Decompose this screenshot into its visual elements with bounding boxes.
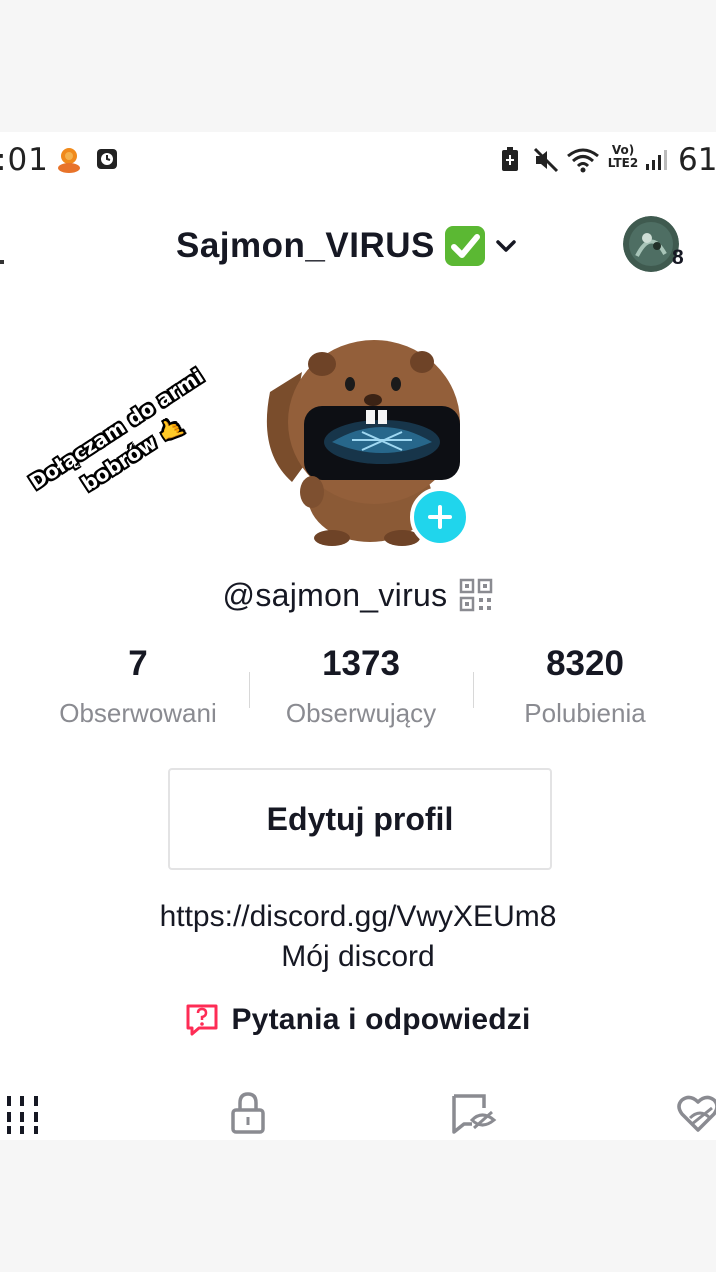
- avatar-badge-count: 8: [672, 246, 684, 269]
- bio-link[interactable]: https://discord.gg/VwyXEUm8: [0, 900, 716, 934]
- top-letterbox: [0, 0, 716, 132]
- battery-saver-icon: [502, 147, 518, 171]
- profile-stats: 7 Obserwowani 1373 Obserwujący 8320 Polu…: [0, 644, 716, 744]
- phone-screen: :01 Vo) LTE2 61 Sajmon_VIRUS 8 Dołączam …: [0, 132, 716, 1140]
- question-bubble-icon: [186, 1004, 218, 1036]
- chevron-down-icon: [496, 240, 516, 252]
- wifi-icon: [567, 148, 599, 173]
- qr-code-icon[interactable]: [459, 578, 493, 612]
- check-mark-button-icon: [444, 226, 485, 266]
- profile-tabs: [0, 1088, 716, 1140]
- stat-followers[interactable]: 1373 Obserwujący: [246, 644, 476, 729]
- mute-icon: [533, 147, 559, 173]
- stat-label: Obserwujący: [285, 698, 437, 728]
- battery-percent: 61: [678, 142, 716, 178]
- hidden-saved-icon[interactable]: [450, 1088, 498, 1136]
- account-switcher[interactable]: Sajmon_VIRUS: [176, 222, 519, 270]
- username-row: @sajmon_virus: [0, 570, 716, 620]
- stat-following[interactable]: 7 Obserwowani: [23, 644, 253, 729]
- header-avatar[interactable]: [623, 216, 679, 272]
- edit-profile-button[interactable]: Edytuj profil: [168, 768, 552, 870]
- qa-button[interactable]: Pytania i odpowiedzi: [0, 998, 716, 1042]
- add-photo-button[interactable]: [410, 487, 470, 547]
- signal-icon: [646, 150, 667, 170]
- qa-label: Pytania i odpowiedzi: [231, 1003, 531, 1036]
- status-bar: :01 Vo) LTE2 61: [0, 140, 716, 180]
- stat-likes[interactable]: 8320 Polubienia: [470, 644, 700, 729]
- profile-header: Sajmon_VIRUS 8: [0, 216, 716, 276]
- status-time: :01: [0, 142, 49, 178]
- alarm-icon: [97, 149, 117, 169]
- bio-text: Mój discord: [281, 940, 435, 973]
- stat-label: Polubienia: [524, 698, 646, 728]
- page-title: Sajmon_VIRUS: [176, 226, 435, 265]
- edit-profile-label: Edytuj profil: [266, 800, 454, 837]
- network-type: Vo) LTE2: [607, 143, 639, 170]
- liked-hidden-icon[interactable]: [676, 1088, 716, 1136]
- bottom-letterbox: [0, 1140, 716, 1272]
- grid-icon[interactable]: [4, 1088, 42, 1136]
- username: @sajmon_virus: [222, 576, 448, 613]
- stat-value: 7: [128, 644, 148, 683]
- notification-app-icon: [58, 148, 80, 173]
- lock-icon[interactable]: [228, 1088, 268, 1136]
- menu-edge-icon[interactable]: [0, 260, 4, 264]
- plus-icon: [428, 505, 452, 529]
- stat-label: Obserwowani: [59, 698, 217, 728]
- stat-value: 8320: [546, 644, 624, 683]
- sticker-overlay: Dołączam do armi bobrów 🤙: [16, 357, 244, 544]
- stat-value: 1373: [322, 644, 400, 683]
